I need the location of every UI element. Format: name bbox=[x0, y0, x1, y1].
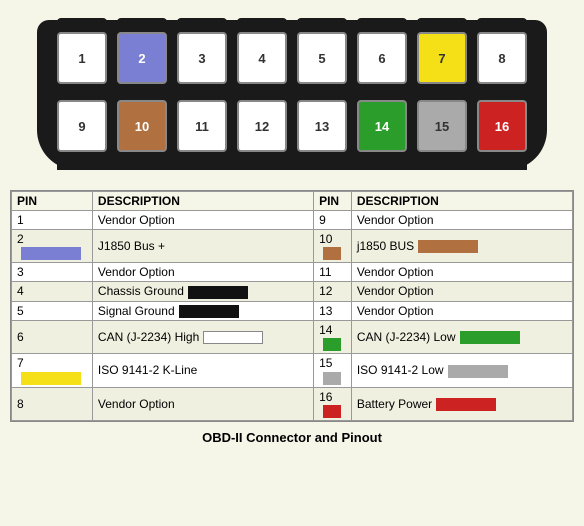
desc-left-1: Vendor Option bbox=[92, 211, 313, 230]
desc-right-14: CAN (J-2234) Low bbox=[351, 320, 572, 353]
pin-left-1: 1 bbox=[12, 211, 93, 230]
pins-bottom-row: 9 10 11 12 13 14 15 16 bbox=[57, 100, 527, 152]
table-header-2: PIN bbox=[314, 192, 352, 211]
desc-left-7: ISO 9141-2 K-Line bbox=[92, 354, 313, 387]
pin-left-2: 2 bbox=[12, 230, 93, 263]
desc-right-16: Battery Power bbox=[351, 387, 572, 420]
pin-5: 5 bbox=[297, 32, 347, 84]
notch-bottom-row bbox=[57, 158, 527, 170]
desc-left-6: CAN (J-2234) High bbox=[92, 320, 313, 353]
pin-11: 11 bbox=[177, 100, 227, 152]
pin-right-16: 16 bbox=[314, 387, 352, 420]
pin-4: 4 bbox=[237, 32, 287, 84]
notch bbox=[357, 18, 407, 30]
table-row: 4Chassis Ground12Vendor Option bbox=[12, 282, 573, 301]
notch bbox=[57, 158, 107, 170]
pin-right-13: 13 bbox=[314, 301, 352, 320]
pin-left-6: 6 bbox=[12, 320, 93, 353]
pin-left-8: 8 bbox=[12, 387, 93, 420]
table-row: 2J1850 Bus +10j1850 BUS bbox=[12, 230, 573, 263]
notch bbox=[237, 158, 287, 170]
notch bbox=[297, 158, 347, 170]
notch-top-row bbox=[57, 18, 527, 30]
table-row: 6CAN (J-2234) High14CAN (J-2234) Low bbox=[12, 320, 573, 353]
notch bbox=[117, 18, 167, 30]
pin-left-5: 5 bbox=[12, 301, 93, 320]
desc-right-9: Vendor Option bbox=[351, 211, 572, 230]
notch bbox=[57, 18, 107, 30]
desc-left-8: Vendor Option bbox=[92, 387, 313, 420]
pin-13: 13 bbox=[297, 100, 347, 152]
pin-right-11: 11 bbox=[314, 263, 352, 282]
caption: OBD-II Connector and Pinout bbox=[0, 426, 584, 449]
pin-9: 9 bbox=[57, 100, 107, 152]
pins-top-row: 1 2 3 4 5 6 7 8 bbox=[57, 32, 527, 84]
notch bbox=[477, 18, 527, 30]
table-row: 7ISO 9141-2 K-Line15ISO 9141-2 Low bbox=[12, 354, 573, 387]
pin-8: 8 bbox=[477, 32, 527, 84]
notch bbox=[477, 158, 527, 170]
pin-right-12: 12 bbox=[314, 282, 352, 301]
notch bbox=[237, 18, 287, 30]
pin-3: 3 bbox=[177, 32, 227, 84]
notch bbox=[417, 158, 467, 170]
notch bbox=[177, 158, 227, 170]
table-header-1: DESCRIPTION bbox=[92, 192, 313, 211]
notch bbox=[297, 18, 347, 30]
notch bbox=[417, 18, 467, 30]
pinout-table-container: PINDESCRIPTIONPINDESCRIPTION1Vendor Opti… bbox=[10, 190, 574, 422]
table-header-3: DESCRIPTION bbox=[351, 192, 572, 211]
desc-right-13: Vendor Option bbox=[351, 301, 572, 320]
desc-right-12: Vendor Option bbox=[351, 282, 572, 301]
pin-14: 14 bbox=[357, 100, 407, 152]
table-row: 1Vendor Option9Vendor Option bbox=[12, 211, 573, 230]
pin-left-3: 3 bbox=[12, 263, 93, 282]
desc-left-3: Vendor Option bbox=[92, 263, 313, 282]
connector-wrap: 1 2 3 4 5 6 7 8 9 10 11 12 13 14 bbox=[27, 10, 557, 180]
table-header-0: PIN bbox=[12, 192, 93, 211]
notch bbox=[357, 158, 407, 170]
pin-2: 2 bbox=[117, 32, 167, 84]
table-row: 8Vendor Option16Battery Power bbox=[12, 387, 573, 420]
pin-right-14: 14 bbox=[314, 320, 352, 353]
pinout-table: PINDESCRIPTIONPINDESCRIPTION1Vendor Opti… bbox=[11, 191, 573, 421]
desc-left-5: Signal Ground bbox=[92, 301, 313, 320]
pin-left-4: 4 bbox=[12, 282, 93, 301]
pin-10: 10 bbox=[117, 100, 167, 152]
table-row: 3Vendor Option11Vendor Option bbox=[12, 263, 573, 282]
pin-12: 12 bbox=[237, 100, 287, 152]
desc-right-15: ISO 9141-2 Low bbox=[351, 354, 572, 387]
notch bbox=[177, 18, 227, 30]
desc-right-10: j1850 BUS bbox=[351, 230, 572, 263]
connector-diagram: 1 2 3 4 5 6 7 8 9 10 11 12 13 14 bbox=[0, 0, 584, 186]
pin-16: 16 bbox=[477, 100, 527, 152]
pin-6: 6 bbox=[357, 32, 407, 84]
pin-1: 1 bbox=[57, 32, 107, 84]
pin-15: 15 bbox=[417, 100, 467, 152]
pin-left-7: 7 bbox=[12, 354, 93, 387]
desc-right-11: Vendor Option bbox=[351, 263, 572, 282]
desc-left-2: J1850 Bus + bbox=[92, 230, 313, 263]
pin-right-15: 15 bbox=[314, 354, 352, 387]
pin-right-10: 10 bbox=[314, 230, 352, 263]
table-row: 5Signal Ground13Vendor Option bbox=[12, 301, 573, 320]
pin-7: 7 bbox=[417, 32, 467, 84]
desc-left-4: Chassis Ground bbox=[92, 282, 313, 301]
pin-right-9: 9 bbox=[314, 211, 352, 230]
notch bbox=[117, 158, 167, 170]
